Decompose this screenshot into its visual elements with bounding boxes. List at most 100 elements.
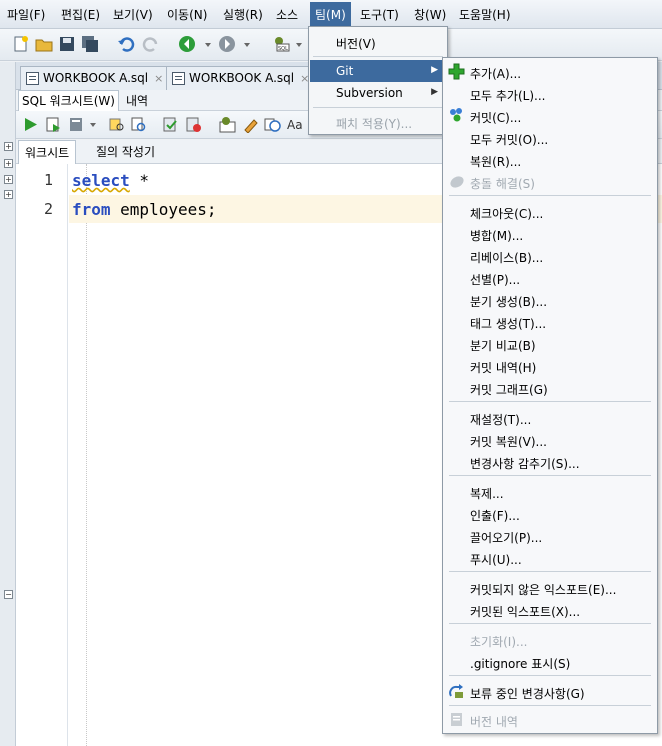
sql-file-icon <box>26 72 39 85</box>
menu-item-rebase[interactable]: 리베이스(B)... <box>444 245 656 267</box>
menu-item-git[interactable]: Git ▶ <box>310 60 446 82</box>
menu-item-push[interactable]: 푸시(U)... <box>444 547 656 569</box>
menu-team[interactable]: 팀(M) <box>310 2 351 27</box>
sql-worksheet-icon[interactable] <box>219 116 236 133</box>
menu-item-commit[interactable]: 커밋(C)... <box>444 105 656 127</box>
menu-tools[interactable]: 도구(T) <box>360 6 399 23</box>
menu-item-pending-changes[interactable]: 보류 중인 변경사항(G) <box>444 681 656 703</box>
expand-node-icon[interactable]: + <box>4 190 13 199</box>
menu-item-subversion[interactable]: Subversion ▶ <box>310 82 446 104</box>
code-text: * <box>129 171 150 190</box>
menu-item-create-branch[interactable]: 분기 생성(B)... <box>444 289 656 311</box>
file-tab-label: WORKBOOK A.sql <box>189 71 295 85</box>
file-tab[interactable]: WORKBOOK A.sql × <box>166 66 317 90</box>
add-plus-icon <box>448 63 465 80</box>
sql-connection-icon[interactable]: SQL <box>272 35 290 53</box>
menu-item-label: 충돌 해결(S) <box>470 177 535 191</box>
menu-item-clone[interactable]: 복제... <box>444 481 656 503</box>
redo-icon[interactable] <box>142 35 160 53</box>
sql-dropdown-icon[interactable] <box>295 35 303 53</box>
menu-item-revert-commit[interactable]: 커밋 복원(V)... <box>444 429 656 451</box>
menu-item-label: Git <box>336 64 354 78</box>
menu-file[interactable]: 파일(F) <box>7 6 45 23</box>
autotrace-icon[interactable] <box>68 116 85 133</box>
menu-item-restore[interactable]: 복원(R)... <box>444 149 656 171</box>
menu-separator <box>449 705 651 706</box>
tab-history[interactable]: 내역 <box>126 92 148 109</box>
conflict-icon <box>448 173 465 190</box>
undo-icon[interactable] <box>117 35 135 53</box>
menu-separator <box>313 56 443 57</box>
sql-tuning-icon[interactable] <box>130 116 147 133</box>
menu-item-merge[interactable]: 병합(M)... <box>444 223 656 245</box>
menu-item-fetch[interactable]: 인출(F)... <box>444 503 656 525</box>
line-number: 1 <box>43 171 53 189</box>
open-folder-icon[interactable] <box>35 35 53 53</box>
menu-item-initialize[interactable]: 초기화(I)... <box>444 629 656 651</box>
menu-run[interactable]: 실행(R) <box>223 6 263 23</box>
menu-separator <box>449 475 651 476</box>
menu-item-pull[interactable]: 끌어오기(P)... <box>444 525 656 547</box>
menu-item-add[interactable]: 추가(A)... <box>444 61 656 83</box>
menu-separator <box>449 195 651 196</box>
expand-node-icon[interactable]: + <box>4 142 13 151</box>
git-submenu: 추가(A)... 모두 추가(L)... 커밋(C)... 모두 커밋(O)..… <box>442 57 658 734</box>
menu-help[interactable]: 도움말(H) <box>459 6 511 23</box>
menu-item-label: 추가(A)... <box>470 67 522 81</box>
menu-item-reset[interactable]: 재설정(T)... <box>444 407 656 429</box>
rollback-icon[interactable] <box>185 116 202 133</box>
forward-icon[interactable] <box>218 35 236 53</box>
run-script-icon[interactable] <box>45 116 62 133</box>
menu-item-commit-all[interactable]: 모두 커밋(O)... <box>444 127 656 149</box>
navigator-strip: + + + + − <box>0 62 16 746</box>
back-dropdown-icon[interactable] <box>204 35 212 53</box>
close-tab-icon[interactable]: × <box>154 72 163 85</box>
change-case-icon[interactable]: Aa <box>287 116 304 133</box>
menu-navigate[interactable]: 이동(N) <box>167 6 207 23</box>
commit-dots-icon <box>448 107 465 124</box>
commit-icon[interactable] <box>162 116 179 133</box>
run-dropdown-icon[interactable] <box>89 116 97 133</box>
margin-guide <box>86 164 87 746</box>
menu-item-show-gitignore[interactable]: .gitignore 표시(S) <box>444 651 656 673</box>
clear-icon[interactable] <box>242 116 259 134</box>
menu-item-resolve-conflict[interactable]: 충돌 해결(S) <box>444 171 656 193</box>
tab-worksheet[interactable]: 워크시트 <box>18 140 77 164</box>
menu-item-create-tag[interactable]: 태그 생성(T)... <box>444 311 656 333</box>
menu-item-cherry-pick[interactable]: 선별(P)... <box>444 267 656 289</box>
file-tab[interactable]: WORKBOOK A.sql × <box>20 66 171 90</box>
menu-item-version[interactable]: 버전(V) <box>310 31 446 53</box>
menu-item-commit-history[interactable]: 커밋 내역(H) <box>444 355 656 377</box>
forward-dropdown-icon[interactable] <box>243 35 251 53</box>
explain-plan-icon[interactable] <box>108 116 125 133</box>
svg-text:Aa: Aa <box>287 118 303 132</box>
expand-node-icon[interactable]: + <box>4 159 13 168</box>
menu-item-checkout[interactable]: 체크아웃(C)... <box>444 201 656 223</box>
menu-item-add-all[interactable]: 모두 추가(L)... <box>444 83 656 105</box>
sql-file-icon <box>172 72 185 85</box>
tab-sql-worksheet[interactable]: SQL 워크시트(W) <box>18 90 119 111</box>
run-statement-icon[interactable] <box>22 116 39 133</box>
menu-edit[interactable]: 편집(E) <box>61 6 100 23</box>
line-number: 2 <box>43 200 53 218</box>
keyword: select <box>72 171 130 190</box>
menu-item-compare-branches[interactable]: 분기 비교(B) <box>444 333 656 355</box>
save-icon[interactable] <box>58 35 76 53</box>
back-icon[interactable] <box>178 35 196 53</box>
menu-item-apply-patch[interactable]: 패치 적용(Y)... <box>310 111 446 133</box>
save-all-icon[interactable] <box>81 35 99 53</box>
menu-item-version-history[interactable]: 버전 내역 <box>444 709 656 731</box>
expand-node-icon[interactable]: + <box>4 175 13 184</box>
tab-query-builder[interactable]: 질의 작성기 <box>96 143 155 160</box>
menu-item-export-uncommitted[interactable]: 커밋되지 않은 익스포트(E)... <box>444 577 656 599</box>
menu-item-export-committed[interactable]: 커밋된 익스포트(X)... <box>444 599 656 621</box>
sql-history-icon[interactable] <box>264 116 281 133</box>
menu-source[interactable]: 소스 <box>276 6 298 23</box>
menu-item-commit-graph[interactable]: 커밋 그래프(G) <box>444 377 656 399</box>
menu-window[interactable]: 창(W) <box>414 6 446 23</box>
collapse-node-icon[interactable]: − <box>4 590 13 599</box>
menu-view[interactable]: 보기(V) <box>113 6 153 23</box>
menu-item-stash[interactable]: 변경사항 감추기(S)... <box>444 451 656 473</box>
svg-text:SQL: SQL <box>278 46 288 52</box>
new-file-icon[interactable] <box>12 35 30 53</box>
